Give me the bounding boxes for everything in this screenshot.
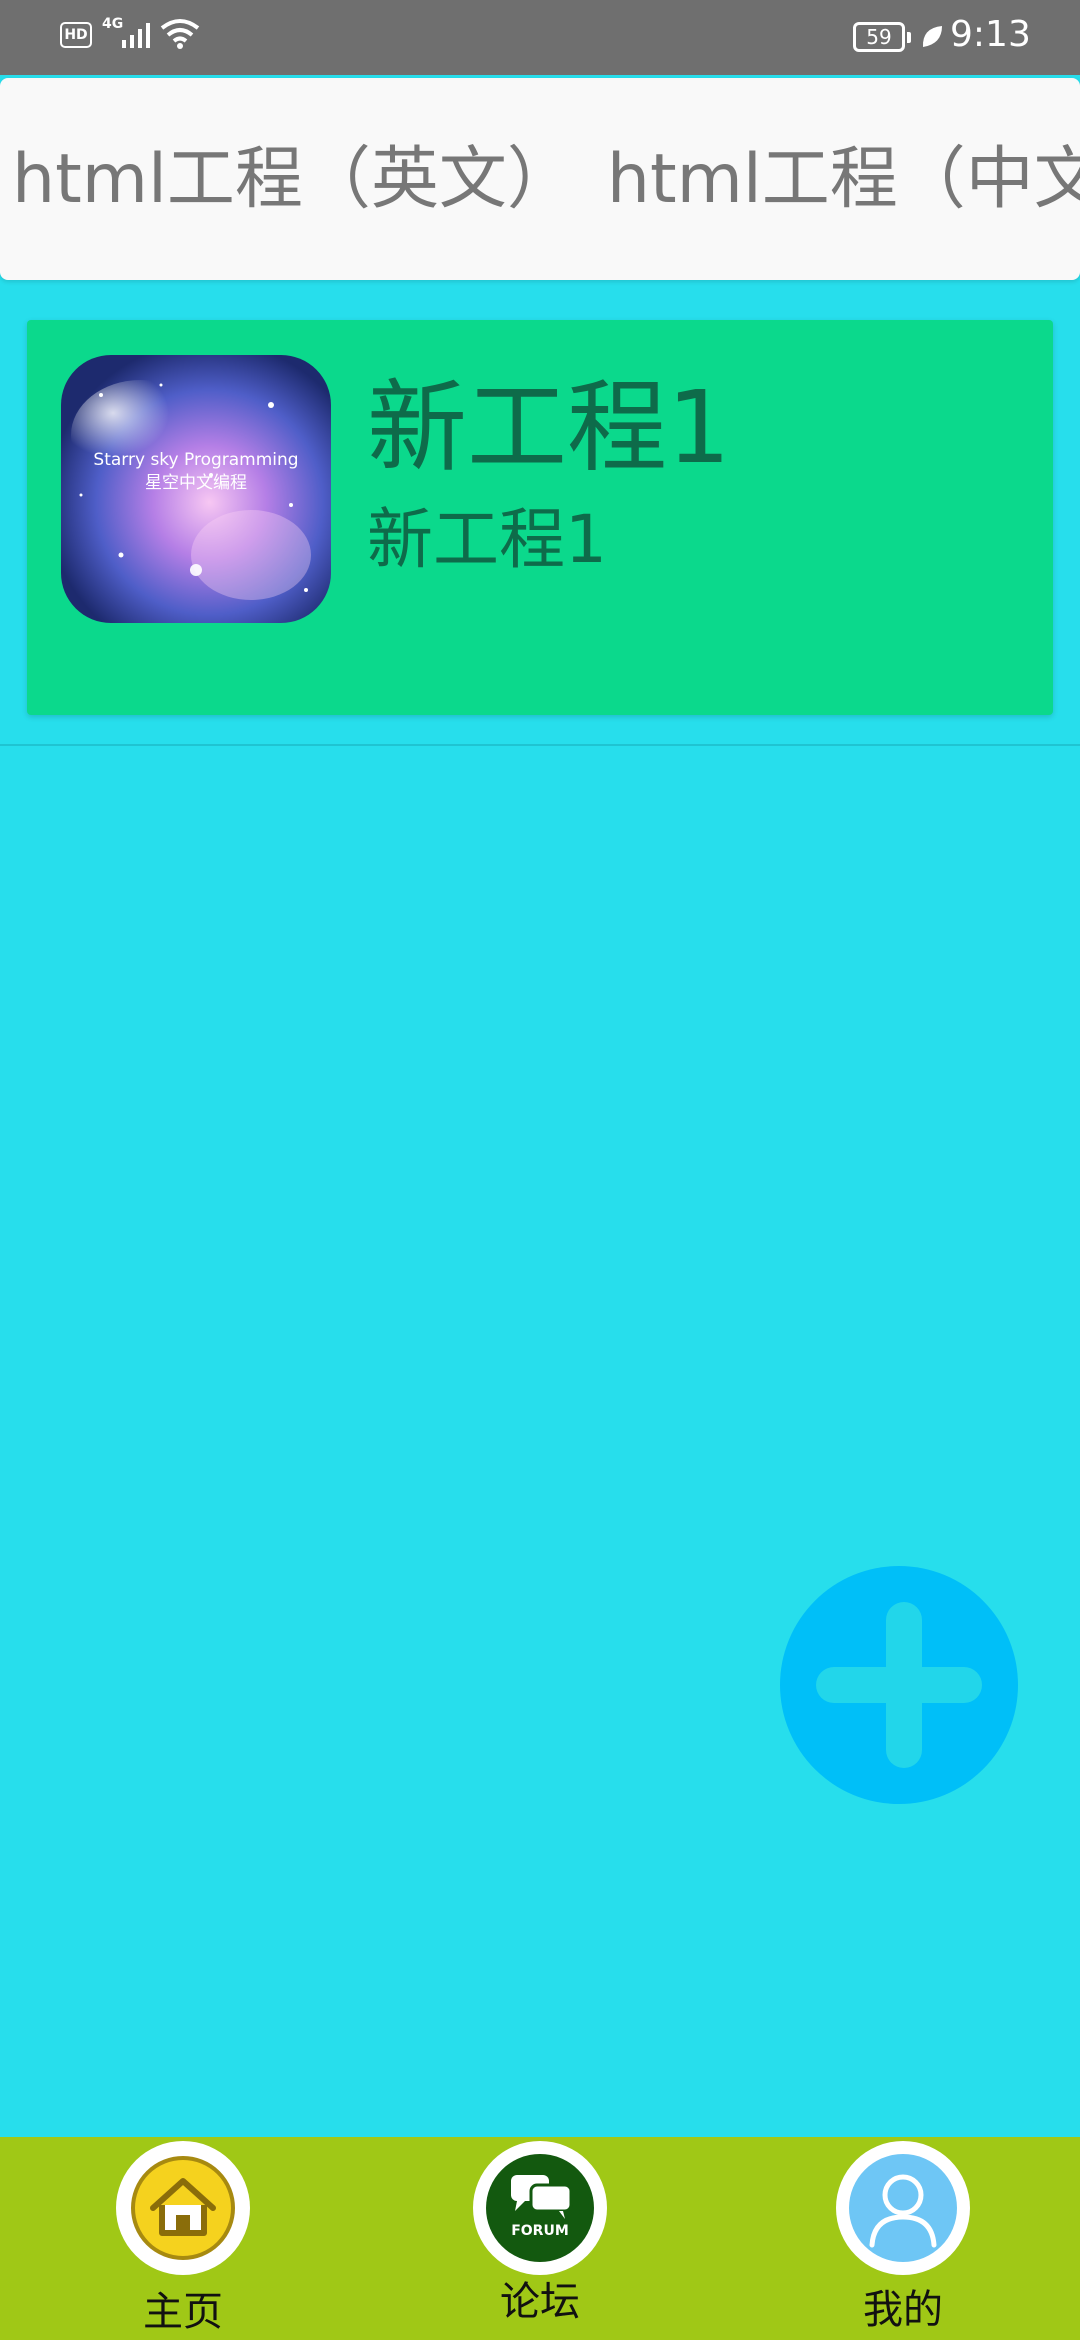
nav-mine-label: 我的	[863, 2287, 943, 2333]
plus-icon	[816, 1602, 982, 1768]
nav-forum[interactable]: FORUM 论坛	[440, 2137, 640, 2340]
nav-home-label: 主页	[143, 2289, 223, 2335]
forum-icon: FORUM	[486, 2154, 594, 2262]
home-icon	[131, 2156, 235, 2260]
signal-icon	[122, 23, 150, 48]
status-bar: HD 4G 59 9:13	[0, 0, 1080, 75]
battery-indicator: 59	[853, 22, 911, 52]
user-icon	[849, 2154, 957, 2262]
bottom-nav: 主页 FORUM 论坛 我的	[0, 2137, 1080, 2340]
nav-mine[interactable]: 我的	[803, 2137, 1003, 2340]
clock: 9:13	[950, 14, 1031, 55]
tab-html-chinese[interactable]: html工程（中文）	[607, 140, 1080, 220]
nav-home[interactable]: 主页	[83, 2137, 283, 2340]
project-tab-bar: html工程（英文） html工程（中文）	[0, 78, 1080, 280]
svg-text:Starry sky Programming: Starry sky Programming	[93, 450, 298, 470]
tab-html-english[interactable]: html工程（英文）	[12, 140, 575, 220]
divider	[0, 744, 1080, 746]
add-project-button[interactable]	[780, 1566, 1018, 1804]
project-subtitle: 新工程1	[367, 501, 607, 578]
svg-text:星空中文编程: 星空中文编程	[145, 473, 247, 493]
hd-icon: HD	[60, 22, 92, 48]
project-thumbnail: Starry sky Programming 星空中文编程	[61, 355, 331, 623]
wifi-icon	[160, 19, 200, 49]
project-title: 新工程1	[367, 369, 731, 486]
nav-forum-label: 论坛	[500, 2279, 580, 2325]
project-card[interactable]: Starry sky Programming 星空中文编程 新工程1 新工程1	[27, 320, 1053, 715]
svg-text:FORUM: FORUM	[511, 2223, 569, 2239]
leaf-icon	[922, 26, 942, 47]
starry-sky-image: Starry sky Programming 星空中文编程	[61, 355, 331, 623]
